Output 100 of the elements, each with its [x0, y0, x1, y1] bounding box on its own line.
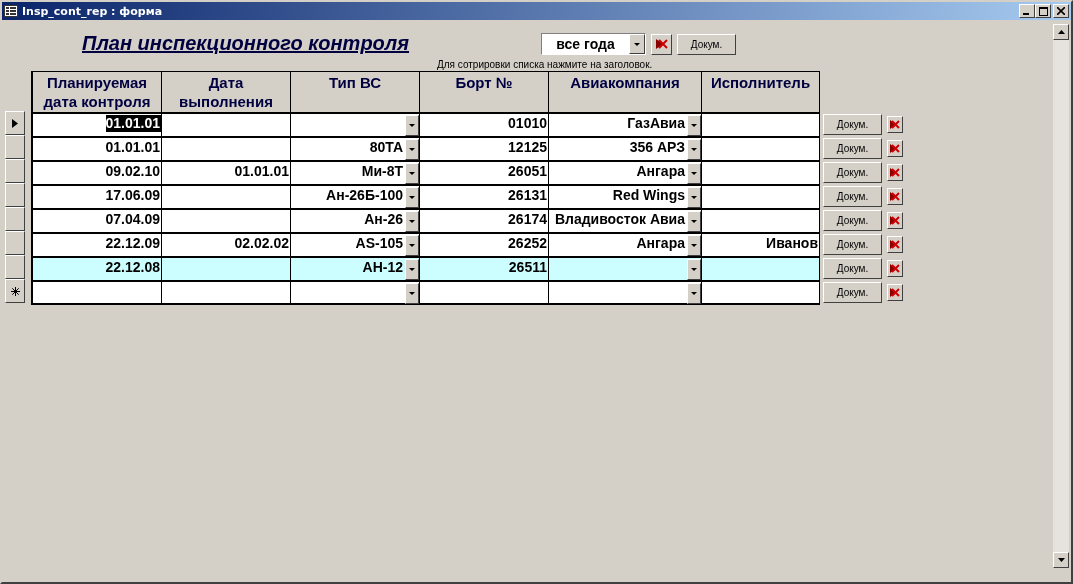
- caret-icon: [409, 292, 415, 295]
- maximize-button[interactable]: [1035, 4, 1051, 18]
- caret-icon: [409, 172, 415, 175]
- delete-icon: [889, 262, 901, 274]
- delete-icon: [889, 166, 901, 178]
- table-cell: 01010: [508, 115, 548, 132]
- document-button[interactable]: Докум.: [823, 185, 882, 207]
- table-cell: 26174: [508, 211, 548, 228]
- table-cell: Ан-26Б-100: [326, 187, 404, 204]
- table-cell: 01.01.01: [234, 163, 290, 180]
- delete-icon: [889, 142, 901, 154]
- close-button[interactable]: [1053, 4, 1069, 18]
- delete-icon: [889, 190, 901, 202]
- sort-hint: Для сотрировки списка нажмите на заголовок.: [437, 59, 654, 71]
- caret-icon: [691, 220, 697, 223]
- dropdown-button[interactable]: [405, 211, 419, 232]
- dropdown-button[interactable]: [629, 34, 645, 54]
- table-row[interactable]: 22.12.08 АН-12 26511: [33, 256, 820, 280]
- caret-icon: [409, 124, 415, 127]
- record-selector[interactable]: [5, 135, 25, 159]
- delete-icon: [889, 238, 901, 250]
- delete-button[interactable]: [887, 115, 903, 133]
- delete-button[interactable]: [887, 211, 903, 229]
- record-selector[interactable]: [5, 255, 25, 279]
- year-dropdown[interactable]: все года: [541, 33, 646, 55]
- dropdown-button[interactable]: [687, 139, 701, 160]
- dropdown-button[interactable]: [405, 283, 419, 304]
- table-cell: 26511: [508, 259, 548, 276]
- dropdown-button[interactable]: [687, 187, 701, 208]
- delete-icon: [889, 118, 901, 130]
- dropdown-button[interactable]: [405, 187, 419, 208]
- maximize-icon: [1038, 6, 1048, 16]
- scroll-down-icon[interactable]: [1057, 558, 1065, 562]
- vertical-scrollbar[interactable]: [1053, 24, 1069, 568]
- delete-button[interactable]: [887, 163, 903, 181]
- delete-icon: [654, 38, 669, 50]
- record-selector[interactable]: [5, 183, 25, 207]
- record-selector[interactable]: [5, 207, 25, 231]
- table-cell: 80ТА: [369, 139, 404, 156]
- window-title: Insp_cont_rep : форма: [22, 4, 164, 18]
- document-button[interactable]: Докум.: [677, 33, 736, 55]
- table-cell: 09.02.10: [105, 163, 161, 180]
- document-button[interactable]: Докум.: [823, 161, 882, 183]
- table-row[interactable]: 07.04.09 Ан-26 26174 Владивосток Авиа: [33, 208, 820, 232]
- table-cell: 01.01.01: [105, 115, 161, 132]
- document-button[interactable]: Докум.: [823, 233, 882, 255]
- table-row[interactable]: 01.01.01 01010 ГазАвиа: [33, 112, 820, 136]
- caret-icon: [409, 148, 415, 151]
- delete-icon: [889, 214, 901, 226]
- delete-button[interactable]: [887, 139, 903, 157]
- caret-icon: [691, 124, 697, 127]
- table-row[interactable]: [33, 280, 820, 305]
- delete-button[interactable]: [887, 283, 903, 301]
- record-selector[interactable]: [5, 159, 25, 183]
- caret-icon: [409, 244, 415, 247]
- dropdown-button[interactable]: [687, 259, 701, 280]
- table-row[interactable]: 09.02.10 01.01.01 Ми-8Т 26051 Ангара: [33, 160, 820, 184]
- caret-icon: [691, 292, 697, 295]
- table-cell: Ан-26: [364, 211, 404, 228]
- table-row[interactable]: 01.01.01 80ТА 12125 356 АРЗ: [33, 136, 820, 160]
- table-cell: 26051: [508, 163, 548, 180]
- delete-button[interactable]: [887, 235, 903, 253]
- delete-icon: [889, 286, 901, 298]
- minimize-button[interactable]: [1019, 4, 1035, 18]
- caret-icon: [691, 172, 697, 175]
- caret-icon: [634, 42, 640, 46]
- dropdown-button[interactable]: [687, 163, 701, 184]
- document-button[interactable]: Докум.: [823, 257, 882, 279]
- dropdown-button[interactable]: [687, 115, 701, 136]
- dropdown-button[interactable]: [405, 235, 419, 256]
- dropdown-button[interactable]: [405, 259, 419, 280]
- scroll-up-icon[interactable]: [1057, 30, 1065, 34]
- delete-button[interactable]: [887, 259, 903, 277]
- clear-filter-button[interactable]: [651, 33, 672, 55]
- table-cell: 07.04.09: [105, 211, 161, 228]
- dropdown-button[interactable]: [405, 163, 419, 184]
- dropdown-button[interactable]: [687, 211, 701, 232]
- table-row[interactable]: 17.06.09 Ан-26Б-100 26131 Red Wings: [33, 184, 820, 208]
- dropdown-button[interactable]: [405, 139, 419, 160]
- record-selector[interactable]: [5, 231, 25, 255]
- table-cell: Иванов: [766, 235, 819, 252]
- document-button[interactable]: Докум.: [823, 137, 882, 159]
- document-button[interactable]: Докум.: [823, 113, 882, 135]
- table-row[interactable]: 22.12.09 02.02.02 AS-105 26252 Ангара Иванов: [33, 232, 820, 256]
- record-selector[interactable]: [5, 111, 25, 135]
- delete-button[interactable]: [887, 187, 903, 205]
- table-cell: АН-12: [362, 259, 404, 276]
- dropdown-button[interactable]: [687, 235, 701, 256]
- dropdown-button[interactable]: [405, 115, 419, 136]
- record-selector[interactable]: [5, 279, 25, 303]
- table-cell: ГазАвиа: [627, 115, 686, 132]
- table-cell: 26131: [508, 187, 548, 204]
- table-cell: 02.02.02: [234, 235, 290, 252]
- table-cell: 22.12.09: [105, 235, 161, 252]
- caret-icon: [691, 148, 697, 151]
- dropdown-button[interactable]: [687, 283, 701, 304]
- table-cell: Ангара: [636, 163, 686, 180]
- document-button[interactable]: Докум.: [823, 209, 882, 231]
- document-button[interactable]: Докум.: [823, 281, 882, 303]
- form-icon: [4, 5, 18, 17]
